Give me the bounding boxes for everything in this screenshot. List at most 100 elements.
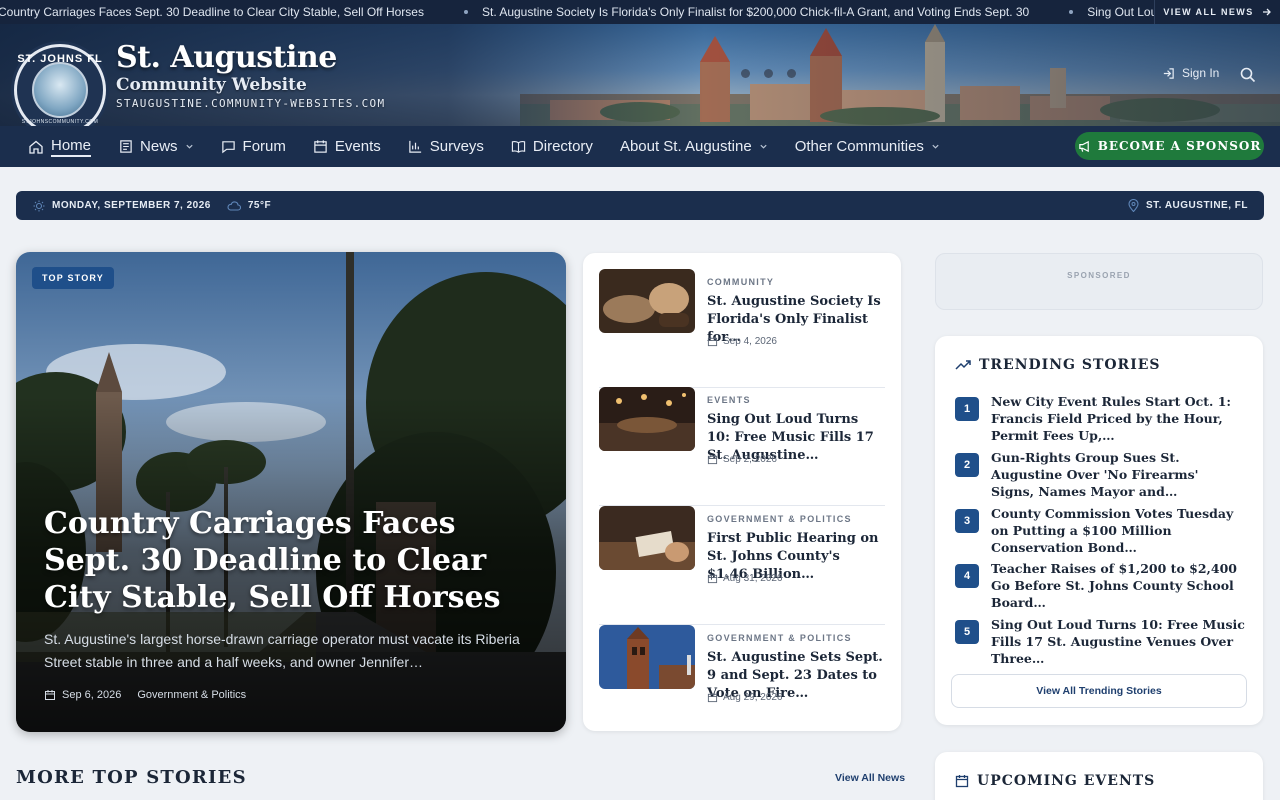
ticker-text: Country Carriages Faces Sept. 30 Deadlin… [0, 5, 424, 19]
upcoming-events-card: UPCOMING EVENTS [935, 752, 1263, 800]
rank-badge: 4 [955, 564, 979, 588]
story-category: GOVERNMENT & POLITICS [707, 514, 852, 524]
trending-up-icon [955, 360, 971, 370]
trending-header: TRENDING STORIES [955, 357, 1161, 373]
chevron-down-icon [760, 144, 767, 149]
nav-home[interactable]: Home [28, 126, 92, 167]
calendar-icon [314, 140, 327, 153]
side-stories-panel: COMMUNITY St. Augustine Society Is Flori… [583, 253, 901, 731]
calendar-icon [707, 454, 718, 465]
story-meta: Aug 31, 2026 [707, 573, 783, 584]
trending-item-title: County Commission Votes Tuesday on Putti… [991, 506, 1234, 555]
story-thumbnail [599, 625, 695, 689]
view-all-news-link[interactable]: VIEW ALL NEWS [1154, 0, 1280, 24]
ticker-track: Country Carriages Faces Sept. 30 Deadlin… [0, 0, 1280, 24]
arrow-right-icon [1262, 8, 1271, 16]
rank-badge: 3 [955, 509, 979, 533]
story-category: COMMUNITY [707, 277, 775, 287]
story-meta: Aug 29, 2026 [707, 692, 783, 703]
nav-about-label: About St. Augustine [619, 138, 752, 155]
sign-in-link[interactable]: Sign In [1162, 66, 1219, 80]
chat-icon [221, 141, 235, 154]
info-bar: MONDAY, SEPTEMBER 7, 2026 75°F ST. AUGUS… [16, 191, 1264, 220]
story-date: Aug 31, 2026 [723, 573, 783, 584]
trending-item-title: Teacher Raises of $1,200 to $2,400 Go Be… [991, 561, 1237, 610]
bar-chart-icon [409, 140, 421, 153]
top-story-title[interactable]: Country Carriages Faces Sept. 30 Deadlin… [44, 505, 544, 616]
trending-item-title: New City Event Rules Start Oct. 1: Franc… [991, 394, 1232, 443]
trending-item[interactable]: 5 Sing Out Loud Turns 10: Free Music Fil… [955, 616, 1245, 666]
nav-forum[interactable]: Forum [221, 126, 286, 167]
trending-item[interactable]: 3 County Commission Votes Tuesday on Put… [955, 505, 1245, 555]
more-top-stories-heading: MORE TOP STORIES [16, 767, 247, 788]
story-category: EVENTS [707, 395, 751, 405]
trending-item-title: Gun-Rights Group Sues St. Augustine Over… [991, 450, 1199, 499]
search-icon[interactable] [1239, 66, 1257, 84]
trending-stories-card: TRENDING STORIES 1 New City Event Rules … [935, 336, 1263, 725]
story-date: Sep 4, 2026 [723, 336, 777, 347]
trending-title: TRENDING STORIES [979, 357, 1161, 373]
view-all-news-link[interactable]: View All News [835, 772, 905, 784]
ticker-item[interactable]: St. Augustine Society Is Florida's Only … [463, 5, 1069, 19]
story-category: GOVERNMENT & POLITICS [707, 633, 852, 643]
trending-item[interactable]: 4 Teacher Raises of $1,200 to $2,400 Go … [955, 560, 1245, 610]
rank-badge: 5 [955, 620, 979, 644]
bullet-icon [463, 10, 468, 14]
chevron-down-icon [932, 144, 939, 149]
trending-item-title: Sing Out Loud Turns 10: Free Music Fills… [991, 617, 1245, 666]
sponsored-slot: SPONSORED [935, 253, 1263, 310]
logo-emblem [32, 62, 88, 118]
view-all-trending-button[interactable]: View All Trending Stories [951, 674, 1247, 708]
sun-icon [33, 200, 45, 211]
ticker-item[interactable]: Country Carriages Faces Sept. 30 Deadlin… [0, 5, 464, 19]
calendar-icon [707, 573, 718, 584]
rank-badge: 2 [955, 453, 979, 477]
site-header: ST. JOHNS FL STJOHNSCOMMUNITY.COM St. Au… [0, 24, 1280, 126]
nav-news[interactable]: News [118, 126, 194, 167]
carousel-dot[interactable] [787, 69, 796, 78]
site-logo[interactable]: ST. JOHNS FL STJOHNSCOMMUNITY.COM [14, 44, 106, 126]
nav-events[interactable]: Events [313, 126, 381, 167]
trending-item[interactable]: 2 Gun-Rights Group Sues St. Augustine Ov… [955, 449, 1245, 499]
sign-in-icon [1163, 67, 1174, 79]
nav-about[interactable]: About St. Augustine [620, 126, 768, 167]
top-story-meta: Sep 6, 2026 Government & Politics [44, 689, 246, 701]
become-sponsor-label: BECOME A SPONSOR [1097, 139, 1262, 153]
top-story-description: St. Augustine's largest horse-drawn carr… [44, 631, 520, 670]
nav-forum-label: Forum [242, 138, 286, 155]
nav-surveys[interactable]: Surveys [408, 126, 484, 167]
story-card[interactable]: GOVERNMENT & POLITICS First Public Heari… [599, 506, 885, 625]
news-ticker: Country Carriages Faces Sept. 30 Deadlin… [0, 0, 1280, 24]
nav-other-communities[interactable]: Other Communities [795, 126, 940, 167]
story-card[interactable]: COMMUNITY St. Augustine Society Is Flori… [599, 269, 885, 388]
story-card[interactable]: EVENTS Sing Out Loud Turns 10: Free Musi… [599, 387, 885, 506]
story-thumbnail [599, 269, 695, 333]
trending-item[interactable]: 1 New City Event Rules Start Oct. 1: Fra… [955, 393, 1245, 443]
story-card[interactable]: GOVERNMENT & POLITICS St. Augustine Sets… [599, 625, 885, 725]
story-thumbnail [599, 387, 695, 451]
become-sponsor-button[interactable]: BECOME A SPONSOR [1075, 132, 1264, 160]
location-pin-icon [1128, 199, 1139, 212]
view-all-news-label: VIEW ALL NEWS [1163, 7, 1254, 17]
nav-other-communities-label: Other Communities [794, 138, 924, 155]
story-meta: Sep 4, 2026 [707, 336, 777, 347]
calendar-icon [707, 692, 718, 703]
carousel-dot[interactable] [764, 69, 773, 78]
nav-directory[interactable]: Directory [511, 126, 593, 167]
nav-home-label: Home [51, 137, 92, 157]
megaphone-icon [1078, 140, 1089, 152]
chevron-down-icon [185, 144, 193, 149]
top-story-card[interactable]: TOP STORY Country Carriages Faces Sept. … [16, 252, 566, 732]
site-title[interactable]: St. Augustine [116, 40, 337, 75]
carousel-dot[interactable] [741, 69, 750, 78]
nav-directory-label: Directory [532, 138, 593, 155]
events-title: UPCOMING EVENTS [977, 773, 1156, 789]
temperature: 75°F [247, 200, 272, 211]
newspaper-icon [120, 140, 132, 153]
rank-badge: 1 [955, 397, 979, 421]
story-meta: Sep 2, 2026 [707, 454, 777, 465]
current-date: MONDAY, SEPTEMBER 7, 2026 [52, 200, 211, 211]
calendar-icon [955, 775, 969, 788]
location-segment: ST. AUGUSTINE, FL [1128, 199, 1248, 212]
top-story-badge: TOP STORY [32, 267, 114, 289]
